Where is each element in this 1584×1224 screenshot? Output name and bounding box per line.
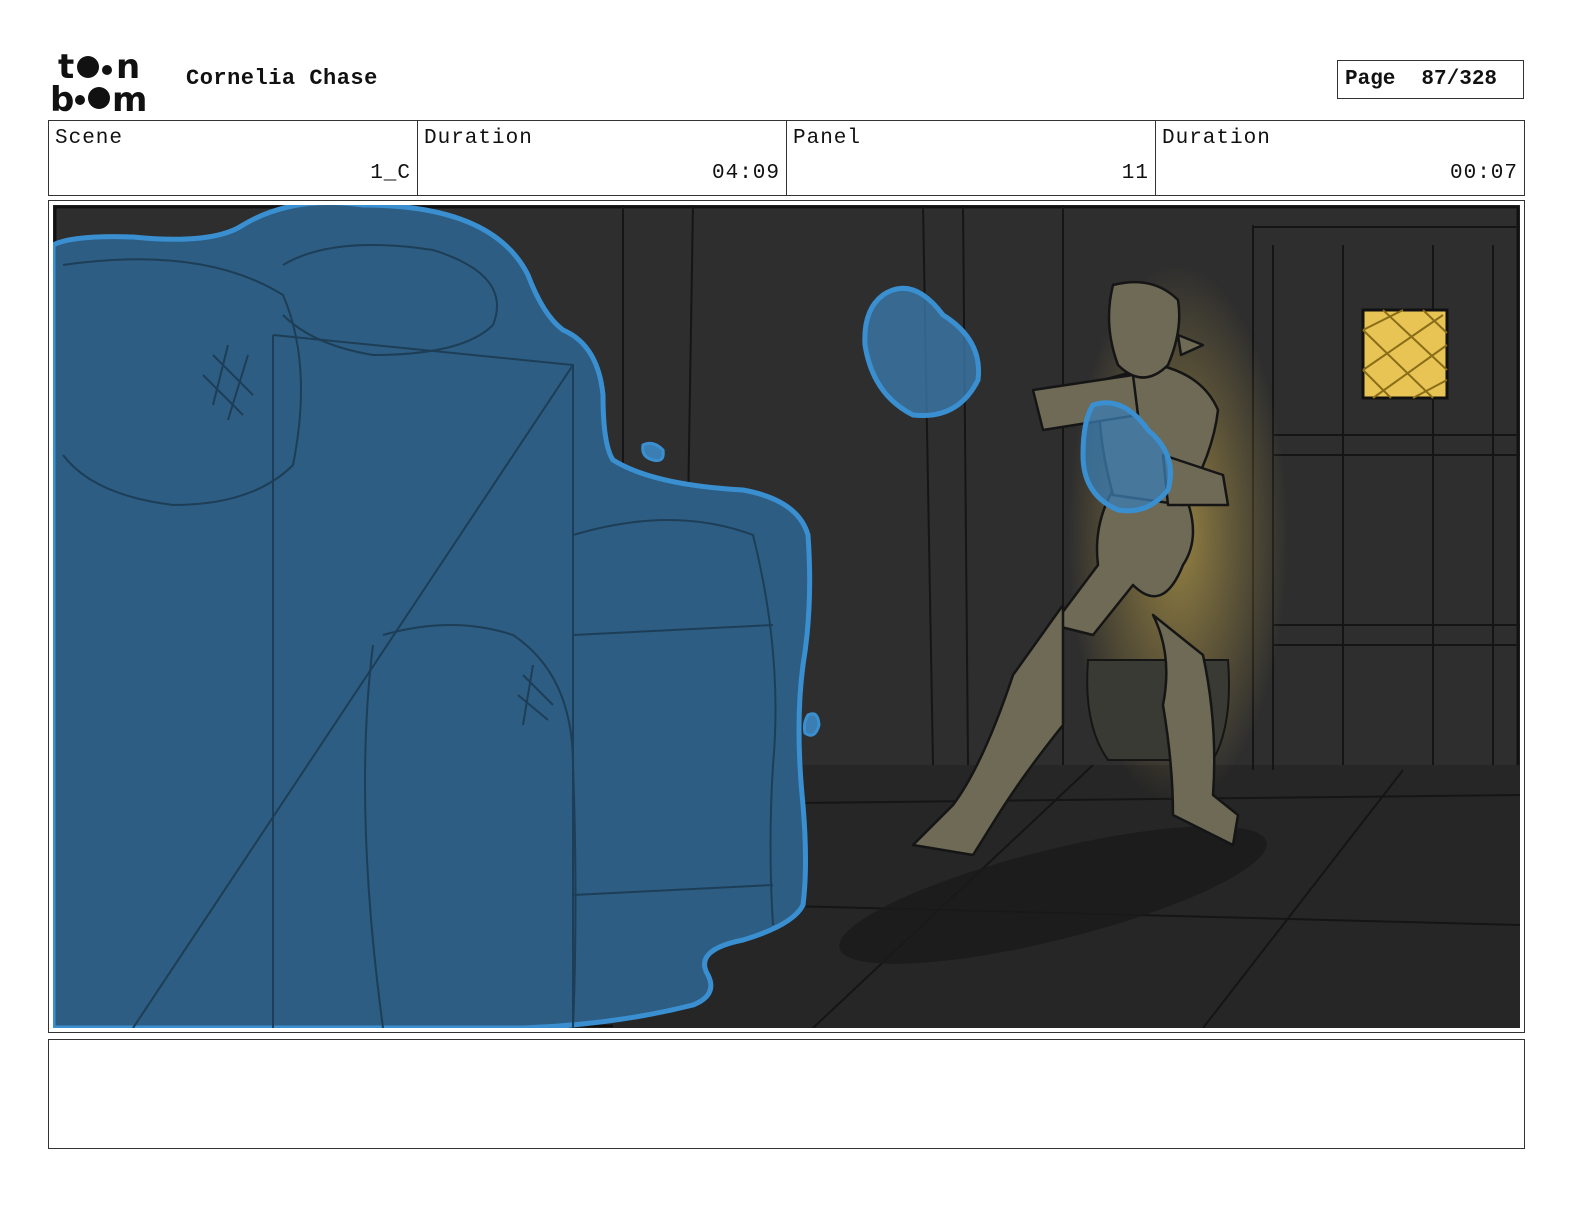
panel-value: 11 xyxy=(1121,162,1149,185)
svg-text:b: b xyxy=(50,80,74,114)
toonboom-logo: t n b m xyxy=(50,50,147,114)
project-title: Cornelia Chase xyxy=(186,66,378,91)
panel-cell: Panel 11 xyxy=(787,121,1156,195)
svg-text:m: m xyxy=(112,80,147,114)
scene-duration-label: Duration xyxy=(424,127,533,150)
scene-info-bar: Scene 1_C Duration 04:09 Panel 11 Durati… xyxy=(48,120,1525,196)
water-droplet xyxy=(641,441,665,462)
storyboard-panel-frame xyxy=(48,200,1525,1033)
scene-label: Scene xyxy=(55,127,124,150)
storyboard-panel-image xyxy=(53,205,1520,1028)
scene-cell: Scene 1_C xyxy=(49,121,418,195)
panel-duration-cell: Duration 00:07 xyxy=(1156,121,1524,195)
scene-duration-value: 04:09 xyxy=(711,162,780,185)
page-number: 87/328 xyxy=(1421,68,1498,91)
panel-notes-area xyxy=(48,1039,1525,1149)
scene-value: 1_C xyxy=(370,162,411,185)
panel-duration-value: 00:07 xyxy=(1449,162,1518,185)
page-label: Page xyxy=(1345,68,1396,91)
water-droplet xyxy=(802,712,821,737)
panel-duration-label: Duration xyxy=(1162,127,1271,150)
scene-duration-cell: Duration 04:09 xyxy=(418,121,787,195)
panel-label: Panel xyxy=(793,127,862,150)
page-indicator: Page 87/328 xyxy=(1337,60,1524,99)
